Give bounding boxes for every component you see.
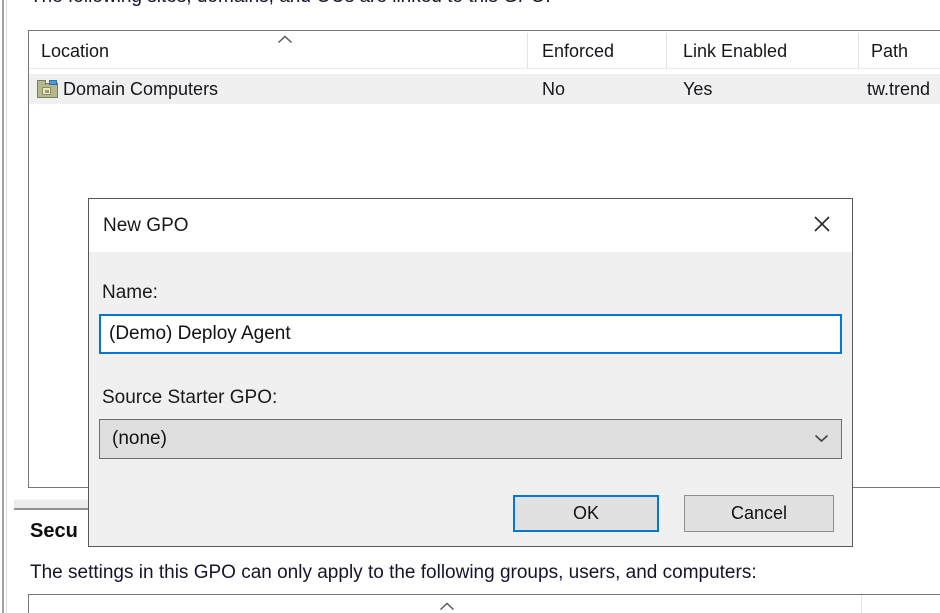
- sort-ascending-icon: [277, 31, 293, 49]
- source-starter-gpo-dropdown[interactable]: (none): [99, 419, 842, 459]
- close-button[interactable]: [804, 207, 840, 243]
- new-gpo-dialog: New GPO Name: Source Starter GPO: (none): [88, 198, 853, 547]
- table-row-domain-computers[interactable]: Domain Computers No Yes tw.trend: [29, 74, 940, 104]
- name-label: Name:: [102, 282, 158, 304]
- dropdown-selected-value: (none): [112, 428, 814, 450]
- dialog-title: New GPO: [89, 215, 189, 237]
- chevron-down-icon: [814, 430, 829, 448]
- column-header-location[interactable]: Location: [41, 41, 109, 62]
- cell-enforced: No: [542, 74, 565, 104]
- ou-folder-icon: [37, 80, 58, 98]
- cancel-button[interactable]: Cancel: [684, 495, 834, 532]
- dialog-body: Name: Source Starter GPO: (none) OK Canc…: [89, 252, 852, 547]
- gpmc-scope-pane: The following sites, domains, and OUs ar…: [0, 0, 940, 613]
- close-icon: [811, 213, 833, 238]
- cell-location: Domain Computers: [63, 74, 218, 104]
- source-starter-gpo-label: Source Starter GPO:: [102, 387, 277, 409]
- column-divider[interactable]: [527, 33, 528, 68]
- column-header-enforced[interactable]: Enforced: [542, 41, 614, 62]
- pane-divider-highlight: [6, 0, 7, 613]
- cell-path: tw.trend: [867, 74, 930, 104]
- column-header-path[interactable]: Path: [871, 41, 908, 62]
- column-divider[interactable]: [666, 33, 667, 68]
- pane-divider: [2, 0, 4, 613]
- column-header-link-enabled[interactable]: Link Enabled: [683, 41, 787, 62]
- gpo-name-input[interactable]: [99, 314, 842, 354]
- ok-button[interactable]: OK: [513, 495, 659, 532]
- security-filtering-caption: The settings in this GPO can only apply …: [30, 562, 757, 584]
- cell-link-enabled: Yes: [683, 74, 712, 104]
- column-divider[interactable]: [861, 595, 862, 613]
- dialog-titlebar[interactable]: New GPO: [89, 199, 852, 252]
- table-header: Location Enforced Link Enabled Path: [29, 31, 940, 69]
- column-divider[interactable]: [858, 33, 859, 68]
- security-filtering-heading: Secu: [30, 520, 78, 543]
- linked-gpo-caption: The following sites, domains, and OUs ar…: [30, 0, 551, 8]
- security-filtering-table: [28, 594, 940, 613]
- sort-ascending-icon: [439, 598, 455, 613]
